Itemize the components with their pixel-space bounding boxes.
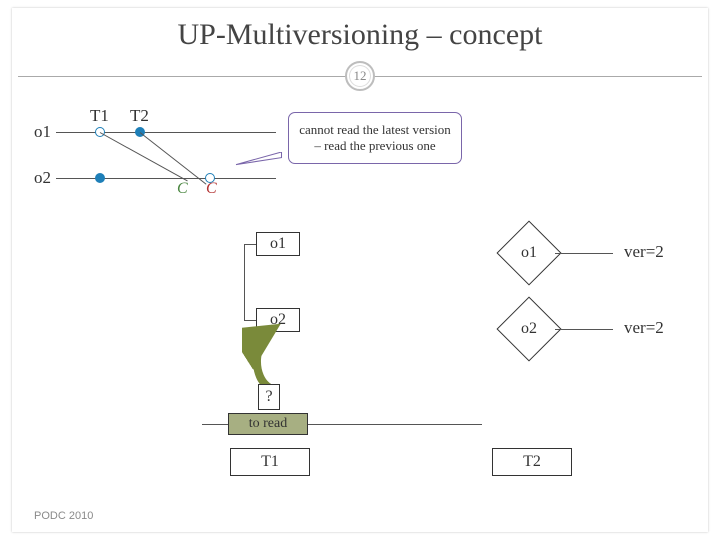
slide-title: UP-Multiversioning – concept [12, 8, 708, 52]
tx-label-t1: T1 [90, 106, 109, 126]
read-arrow [242, 322, 312, 392]
question-box: ? [258, 384, 280, 410]
row-label-o2: o2 [34, 168, 51, 188]
o1-line [56, 132, 276, 133]
o2-link [555, 329, 613, 330]
t2-box: T2 [492, 448, 572, 476]
footer-text: PODC 2010 [34, 510, 93, 522]
commit-green: C [177, 180, 188, 198]
bracket-vline [244, 244, 245, 320]
ver-label-1: ver=2 [624, 242, 664, 262]
diag-t2 [140, 132, 207, 185]
o2-diamond-label: o2 [521, 320, 537, 338]
slide-number-badge: 12 [345, 61, 375, 91]
o2-line [56, 178, 276, 179]
o1-link [555, 253, 613, 254]
callout-tail [226, 152, 288, 166]
t1-box: T1 [230, 448, 310, 476]
title-divider: 12 [18, 76, 702, 77]
o1-diamond-label: o1 [521, 244, 537, 262]
commit-red: C [206, 180, 217, 198]
row-label-o1: o1 [34, 122, 51, 142]
ver-label-2: ver=2 [624, 318, 664, 338]
o1-box: o1 [256, 232, 300, 256]
diag-t1 [100, 132, 188, 181]
callout-note: cannot read the latest version – read th… [288, 112, 462, 164]
tx-label-t2: T2 [130, 106, 149, 126]
node-o2-t1 [95, 173, 105, 183]
timeline-area: o1 o2 T1 T2 C C cannot read the latest v… [12, 126, 708, 246]
to-read-box: to read [228, 413, 308, 435]
